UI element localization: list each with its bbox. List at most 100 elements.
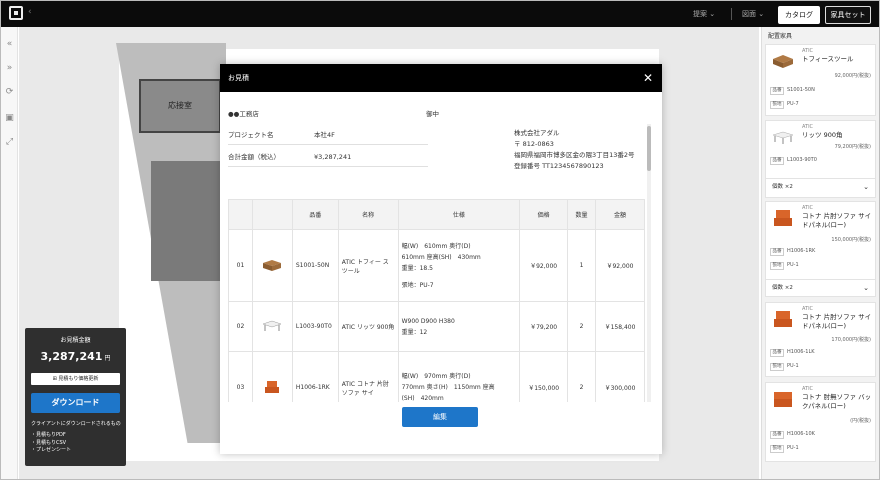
card-spec: 張地 PU-1 <box>770 363 799 371</box>
card-name: リッツ 900角 <box>802 131 843 139</box>
product-image <box>251 301 293 352</box>
card-code: 品番 H1006-1RK <box>770 248 815 256</box>
scrollbar-thumb[interactable] <box>647 126 651 171</box>
list-item: ・見積もりCSV <box>31 439 67 446</box>
estimate-table: 品番 名称 仕様 価格 数量 金額 01 S1001-50N ATIC トフィー… <box>228 199 646 402</box>
product-image <box>251 351 293 402</box>
table-row: 01 S1001-50N ATIC トフィー スツール 幅(W) 610mm 奥… <box>228 229 646 302</box>
card-code: 品番 S1001-50N <box>770 87 815 95</box>
back-icon[interactable]: ‹ <box>28 7 32 17</box>
spec-line: 張地：PU-7 <box>401 281 434 289</box>
quantity-label: 個数 ×2 <box>772 184 793 190</box>
modal-scrollbar[interactable] <box>647 124 651 402</box>
tool-column: « » ⟳ ▣ ⤢ <box>1 27 18 479</box>
row-spec: W900 D900 H380 重量：12 <box>397 301 521 352</box>
row-qty: 1 <box>567 229 596 302</box>
row-code: L1003-90T0 <box>291 301 339 352</box>
modal-title: お見積 <box>228 74 249 82</box>
card-brand: ATIC <box>802 306 814 312</box>
card-brand: ATIC <box>802 48 814 54</box>
spec-label: 張地 <box>770 262 784 270</box>
card-brand: ATIC <box>802 386 814 392</box>
card-price: 170,000円(税抜) <box>831 337 871 343</box>
table-row: 02 L1003-90T0 ATIC リッツ 900角 W900 D900 H3… <box>228 301 646 352</box>
row-spec: 幅(W) 610mm 奥行(D) 610mm 座高(SH) 430mm 重量：18.… <box>397 229 521 302</box>
list-item: ・プレゼンシート <box>31 447 72 453</box>
code-value: H1006-1RK <box>787 248 816 254</box>
chevron-down-icon: ⌄ <box>863 284 869 292</box>
furniture-card[interactable]: ATIC トフィースツール 92,000円(税抜) 品番 S1001-50N 張地… <box>765 44 876 116</box>
code-label: 品番 <box>770 431 784 439</box>
rotate-icon[interactable]: ⟳ <box>4 87 15 98</box>
modal-header: お見積 ✕ <box>220 64 662 92</box>
download-button[interactable]: ダウンロード <box>31 393 120 413</box>
card-spec: 張地 PU-1 <box>770 262 799 270</box>
furniture-card[interactable]: ATIC コトナ 片肘ソファ サイドパネル(ロー) 150,000円(税抜) 品… <box>765 201 876 297</box>
project-row: プロジェクト名 本社4F <box>228 125 428 145</box>
postal-code: 〒 812-0863 <box>514 140 554 148</box>
catalog-button[interactable]: カタログ <box>778 6 820 24</box>
top-bar: ‹ 提案 ⌄ 図面 ⌄ カタログ 家具セット <box>1 1 879 27</box>
drawing-menu-label: 図面 <box>742 10 756 18</box>
row-code: H1006-1RK <box>291 351 339 402</box>
sofa-thumbnail <box>770 389 796 409</box>
code-label: 品番 <box>770 349 784 357</box>
spec-line: (SH) 420mm <box>401 395 444 402</box>
estimate-unit: 円 <box>104 355 111 362</box>
app-logo-icon[interactable] <box>9 6 23 20</box>
stool-thumbnail <box>263 259 282 271</box>
spec-line: 幅(W) 970mm 奥行(D) <box>401 373 471 380</box>
expand-icon[interactable]: » <box>4 63 15 74</box>
card-code: 品番 H1006-1LK <box>770 349 815 357</box>
update-estimate-label: 見積もり価格更新 <box>58 376 99 382</box>
spec-label: 張地 <box>770 363 784 371</box>
card-spec: 張地 PU-7 <box>770 101 799 109</box>
modal-body: ●●工務店 御中 プロジェクト名 本社4F 合計金額（税込） ¥3,287,241 … <box>228 102 652 402</box>
row-amount: ￥300,000 <box>594 351 646 402</box>
row-no: 02 <box>228 301 253 352</box>
project-value: 本社4F <box>314 131 335 139</box>
card-name: コトナ 片肘ソファ サイドパネル(ロー) <box>802 212 872 229</box>
spec-label: 張地 <box>770 445 784 453</box>
col-price: 価格 <box>519 199 569 230</box>
address: 福岡県福岡市博多区金の隈3丁目13番2号 <box>514 151 635 159</box>
col-amount: 金額 <box>594 199 646 230</box>
spec-line: 重量：12 <box>401 328 428 336</box>
update-estimate-button[interactable]: ⊞ 見積もり価格更新 <box>31 373 120 385</box>
collapse-icon[interactable]: « <box>4 39 15 50</box>
chevron-down-icon: ⌄ <box>863 183 869 191</box>
quantity-toggle[interactable]: ⌄ 個数 ×2 <box>766 178 875 195</box>
card-name: コトナ 肘無ソファ バックパネル(ロー) <box>802 393 872 410</box>
card-price: 150,000円(税抜) <box>831 237 871 243</box>
quantity-label: 個数 ×2 <box>772 285 793 291</box>
fullscreen-icon[interactable]: ⤢ <box>4 137 15 148</box>
row-no: 03 <box>228 351 253 402</box>
close-icon[interactable]: ✕ <box>643 64 653 92</box>
edit-button[interactable]: 編集 <box>402 407 478 427</box>
app-window: ‹ 提案 ⌄ 図面 ⌄ カタログ 家具セット « » ⟳ ▣ ⤢ 応接室 お見積… <box>0 0 880 480</box>
code-value: S1001-50N <box>787 87 815 93</box>
code-value: L1003-90T0 <box>787 157 817 163</box>
card-spec: 張地 PU-1 <box>770 445 799 453</box>
col-spec: 仕様 <box>397 199 521 230</box>
spec-line: W900 D900 H380 <box>401 317 455 325</box>
card-name: トフィースツール <box>802 55 854 63</box>
row-name: ATIC トフィー スツール <box>337 229 399 302</box>
proposal-menu[interactable]: 提案 ⌄ <box>693 9 715 19</box>
table-row: 03 H1006-1RK ATIC コトナ 片肘 ソファ サイ 幅(W) 970… <box>228 351 646 402</box>
drawing-menu[interactable]: 図面 ⌄ <box>742 9 764 19</box>
quantity-toggle[interactable]: ⌄ 個数 ×2 <box>766 279 875 296</box>
company-name: 株式会社アダル <box>514 129 560 137</box>
row-spec: 幅(W) 970mm 奥行(D) 770mm 奥さ(H) 1150mm 座高 (SH… <box>397 351 521 402</box>
furniture-card[interactable]: ATIC コトナ 肘無ソファ バックパネル(ロー) (円(税抜) 品番 H1006… <box>765 382 876 462</box>
code-value: H1006-10K <box>787 431 815 437</box>
spec-line: 重量：18.5 <box>401 264 433 272</box>
furniture-set-button[interactable]: 家具セット <box>825 6 871 24</box>
sofa-thumbnail <box>265 380 280 393</box>
product-image <box>251 229 293 302</box>
divider <box>731 8 732 20</box>
furniture-card[interactable]: ATIC リッツ 900角 79,200円(税抜) 品番 L1003-90T0 ⌄… <box>765 120 876 198</box>
camera-icon[interactable]: ▣ <box>4 113 15 124</box>
reception-room[interactable]: 応接室 <box>139 79 221 133</box>
furniture-card[interactable]: ATIC コトナ 片肘ソファ サイドパネル(ロー) 170,000円(税抜) 品… <box>765 302 876 377</box>
